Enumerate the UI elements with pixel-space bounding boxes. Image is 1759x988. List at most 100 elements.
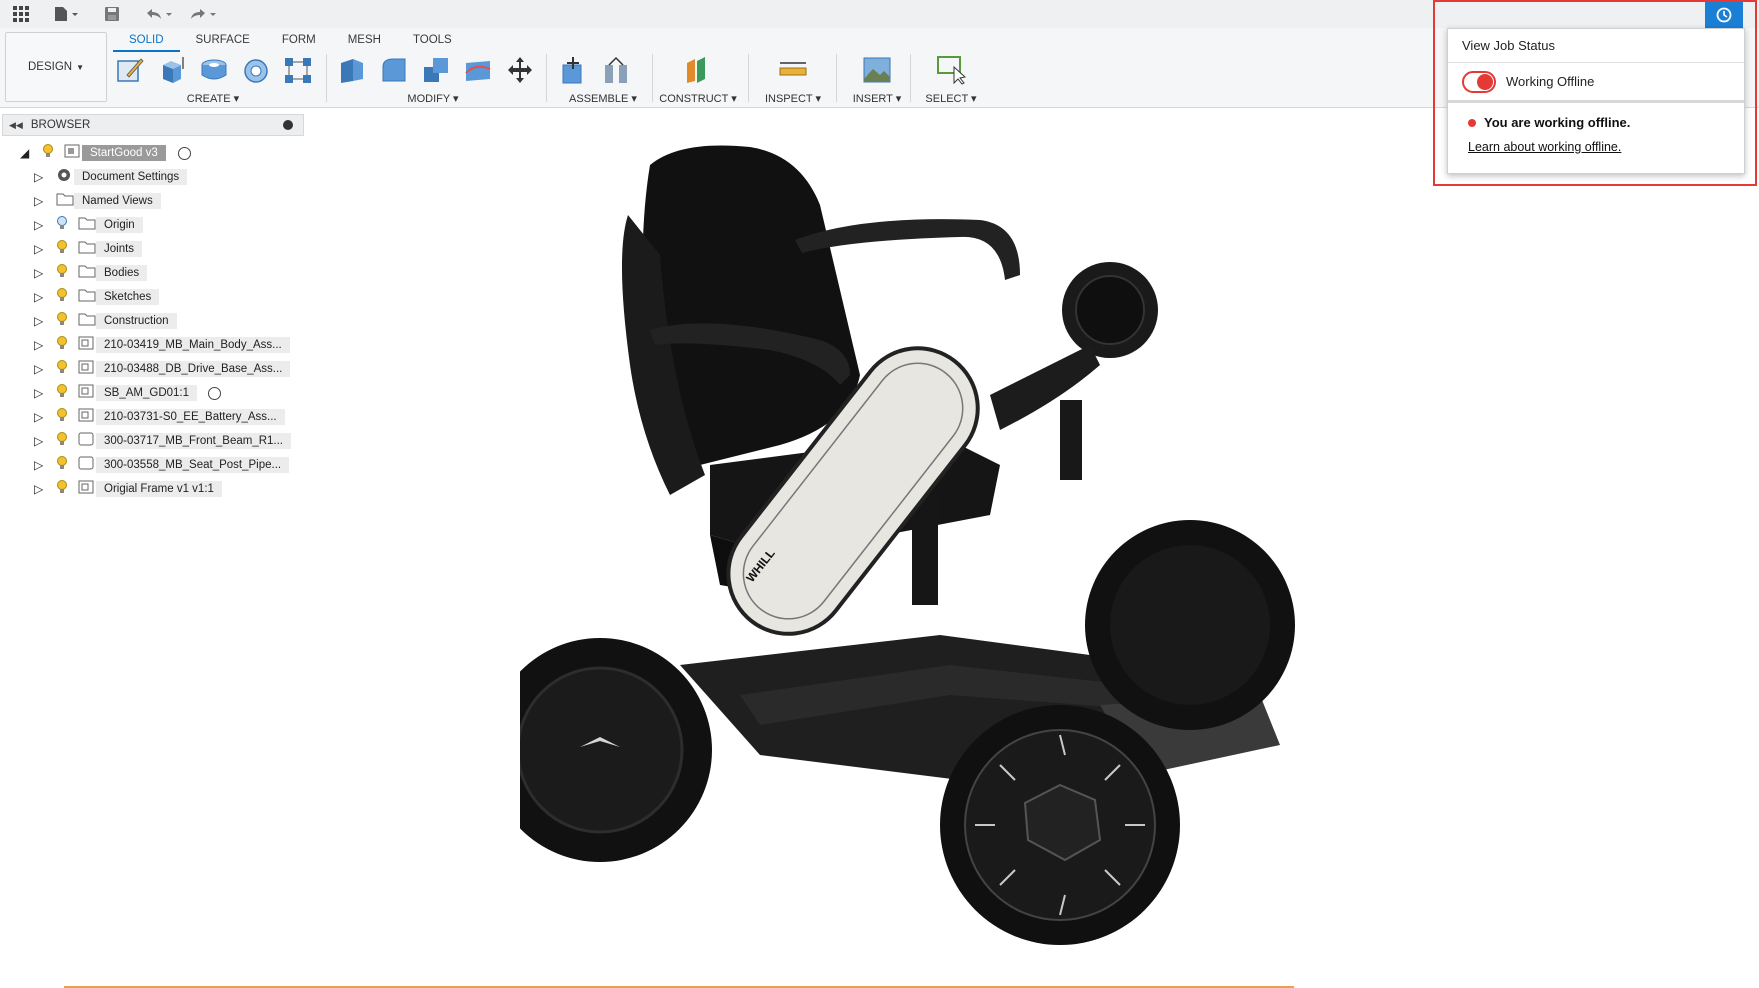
tree-item[interactable]: ▷ Construction (0, 309, 310, 333)
hole-icon[interactable] (238, 52, 274, 88)
offline-toggle[interactable] (1462, 70, 1496, 93)
select-icon[interactable] (933, 52, 969, 88)
extrude-icon[interactable] (154, 52, 190, 88)
expand-arrow-icon[interactable]: ▷ (34, 242, 43, 256)
3d-viewport[interactable]: WHILL (488, 135, 1440, 988)
tree-item[interactable]: ▷ SB_AM_GD01:1 (0, 381, 310, 405)
browser-title: BROWSER (30, 119, 91, 131)
tab-tools[interactable]: TOOLS (397, 30, 468, 52)
tree-item[interactable]: ▷ Joints (0, 237, 310, 261)
tree-item[interactable]: ▷ 210-03488_DB_Drive_Base_Ass... (0, 357, 310, 381)
tree-item[interactable]: ▷ Sketches (0, 285, 310, 309)
expand-arrow-icon[interactable]: ▷ (34, 362, 43, 376)
tab-surface[interactable]: SURFACE (180, 30, 266, 52)
expand-arrow-icon[interactable]: ▷ (34, 194, 43, 208)
offline-notice: You are working offline. Learn about wor… (1448, 103, 1744, 154)
press-pull-icon[interactable] (334, 52, 370, 88)
measure-icon[interactable] (775, 52, 811, 88)
expand-arrow-icon[interactable]: ▷ (34, 386, 43, 400)
expand-arrow-icon[interactable]: ▷ (34, 290, 43, 304)
learn-offline-link[interactable]: Learn about working offline. (1468, 140, 1744, 154)
tree-item[interactable]: ▷ 210-03419_MB_Main_Body_Ass... (0, 333, 310, 357)
visibility-bulb-icon[interactable] (42, 143, 54, 163)
expand-arrow-icon[interactable]: ▷ (34, 482, 43, 496)
expand-arrow-icon[interactable]: ▷ (34, 218, 43, 232)
tree-item-label: 210-03731-S0_EE_Battery_Ass... (96, 409, 285, 425)
apps-grid-icon[interactable] (10, 0, 32, 28)
expand-arrow-icon[interactable]: ▷ (34, 434, 43, 448)
redo-icon[interactable] (186, 0, 218, 28)
tree-root[interactable]: ◢ StartGood v3 (0, 141, 310, 165)
expand-arrow-icon[interactable]: ▷ (34, 338, 43, 352)
expand-arrow-icon[interactable]: ▷ (34, 458, 43, 472)
visibility-bulb-icon[interactable] (56, 479, 68, 499)
folder-icon (78, 312, 96, 331)
folder-icon (78, 216, 96, 235)
offset-plane-icon[interactable] (680, 52, 716, 88)
activate-radio-icon[interactable] (208, 386, 221, 400)
job-status-button[interactable] (1705, 2, 1743, 28)
activate-radio-icon[interactable] (178, 146, 191, 160)
undo-icon[interactable] (142, 0, 174, 28)
select-menu[interactable]: SELECT ▾ (914, 92, 988, 106)
collapse-arrow-icon[interactable]: ◢ (20, 146, 29, 160)
fillet-icon[interactable] (376, 52, 412, 88)
modify-menu[interactable]: MODIFY ▾ (320, 92, 546, 106)
tree-item[interactable]: ▷ 300-03558_MB_Seat_Post_Pipe... (0, 453, 310, 477)
visibility-bulb-icon[interactable] (56, 215, 68, 235)
collapse-panel-icon[interactable]: ◀◀ (9, 120, 23, 131)
visibility-bulb-icon[interactable] (56, 383, 68, 403)
clock-sync-icon (1716, 7, 1732, 23)
expand-arrow-icon[interactable]: ▷ (34, 170, 43, 184)
visibility-bulb-icon[interactable] (56, 455, 68, 475)
visibility-bulb-icon[interactable] (56, 359, 68, 379)
create-menu[interactable]: CREATE ▾ (108, 92, 318, 106)
revolve-icon[interactable] (196, 52, 232, 88)
tab-solid[interactable]: SOLID (113, 30, 180, 52)
tree-item-label: Joints (96, 241, 143, 257)
visibility-bulb-icon[interactable] (56, 287, 68, 307)
insert-group-label: INSERT (852, 93, 893, 105)
expand-arrow-icon[interactable]: ▷ (34, 410, 43, 424)
insert-menu[interactable]: INSERT ▾ (840, 92, 914, 106)
ribbon-tabs: SOLID SURFACE FORM MESH TOOLS (113, 30, 468, 52)
construct-menu[interactable]: CONSTRUCT ▾ (656, 92, 740, 106)
component-icon (78, 480, 94, 499)
visibility-bulb-icon[interactable] (56, 407, 68, 427)
tab-form[interactable]: FORM (266, 30, 332, 52)
tree-item[interactable]: ▷ Named Views (0, 189, 310, 213)
visibility-bulb-icon[interactable] (56, 335, 68, 355)
pattern-icon[interactable] (280, 52, 316, 88)
tab-mesh[interactable]: MESH (332, 30, 397, 52)
visibility-bulb-icon[interactable] (56, 263, 68, 283)
tree-item[interactable]: ▷ 210-03731-S0_EE_Battery_Ass... (0, 405, 310, 429)
replace-face-icon[interactable] (460, 52, 496, 88)
minimize-icon[interactable] (283, 120, 293, 130)
combine-icon[interactable] (418, 52, 454, 88)
file-menu-icon[interactable] (52, 0, 80, 28)
tree-item[interactable]: ▷ Document Settings (0, 165, 310, 189)
save-icon[interactable] (101, 0, 123, 28)
joint-icon[interactable] (598, 52, 634, 88)
workspace-switcher-button[interactable]: DESIGN ▼ (5, 32, 107, 102)
tree-item[interactable]: ▷ Origin (0, 213, 310, 237)
root-label: StartGood v3 (82, 145, 166, 161)
create-sketch-icon[interactable] (112, 52, 148, 88)
assemble-menu[interactable]: ASSEMBLE ▾ (556, 92, 650, 106)
tree-item[interactable]: ▷ 300-03717_MB_Front_Beam_R1... (0, 429, 310, 453)
expand-arrow-icon[interactable]: ▷ (34, 314, 43, 328)
visibility-bulb-icon[interactable] (56, 311, 68, 331)
construct-group: CONSTRUCT ▾ (656, 50, 740, 106)
tree-item[interactable]: ▷ Origial Frame v1 v1:1 (0, 477, 310, 501)
expand-arrow-icon[interactable]: ▷ (34, 266, 43, 280)
tree-item-label: Document Settings (74, 169, 188, 185)
insert-image-icon[interactable] (859, 52, 895, 88)
visibility-bulb-icon[interactable] (56, 431, 68, 451)
move-icon[interactable] (502, 52, 538, 88)
inspect-menu[interactable]: INSPECT ▾ (752, 92, 834, 106)
tree-item[interactable]: ▷ Bodies (0, 261, 310, 285)
visibility-bulb-icon[interactable] (56, 239, 68, 259)
view-job-status-item[interactable]: View Job Status (1448, 29, 1744, 63)
new-component-icon[interactable] (556, 52, 592, 88)
tree-item-label: Construction (96, 313, 177, 329)
